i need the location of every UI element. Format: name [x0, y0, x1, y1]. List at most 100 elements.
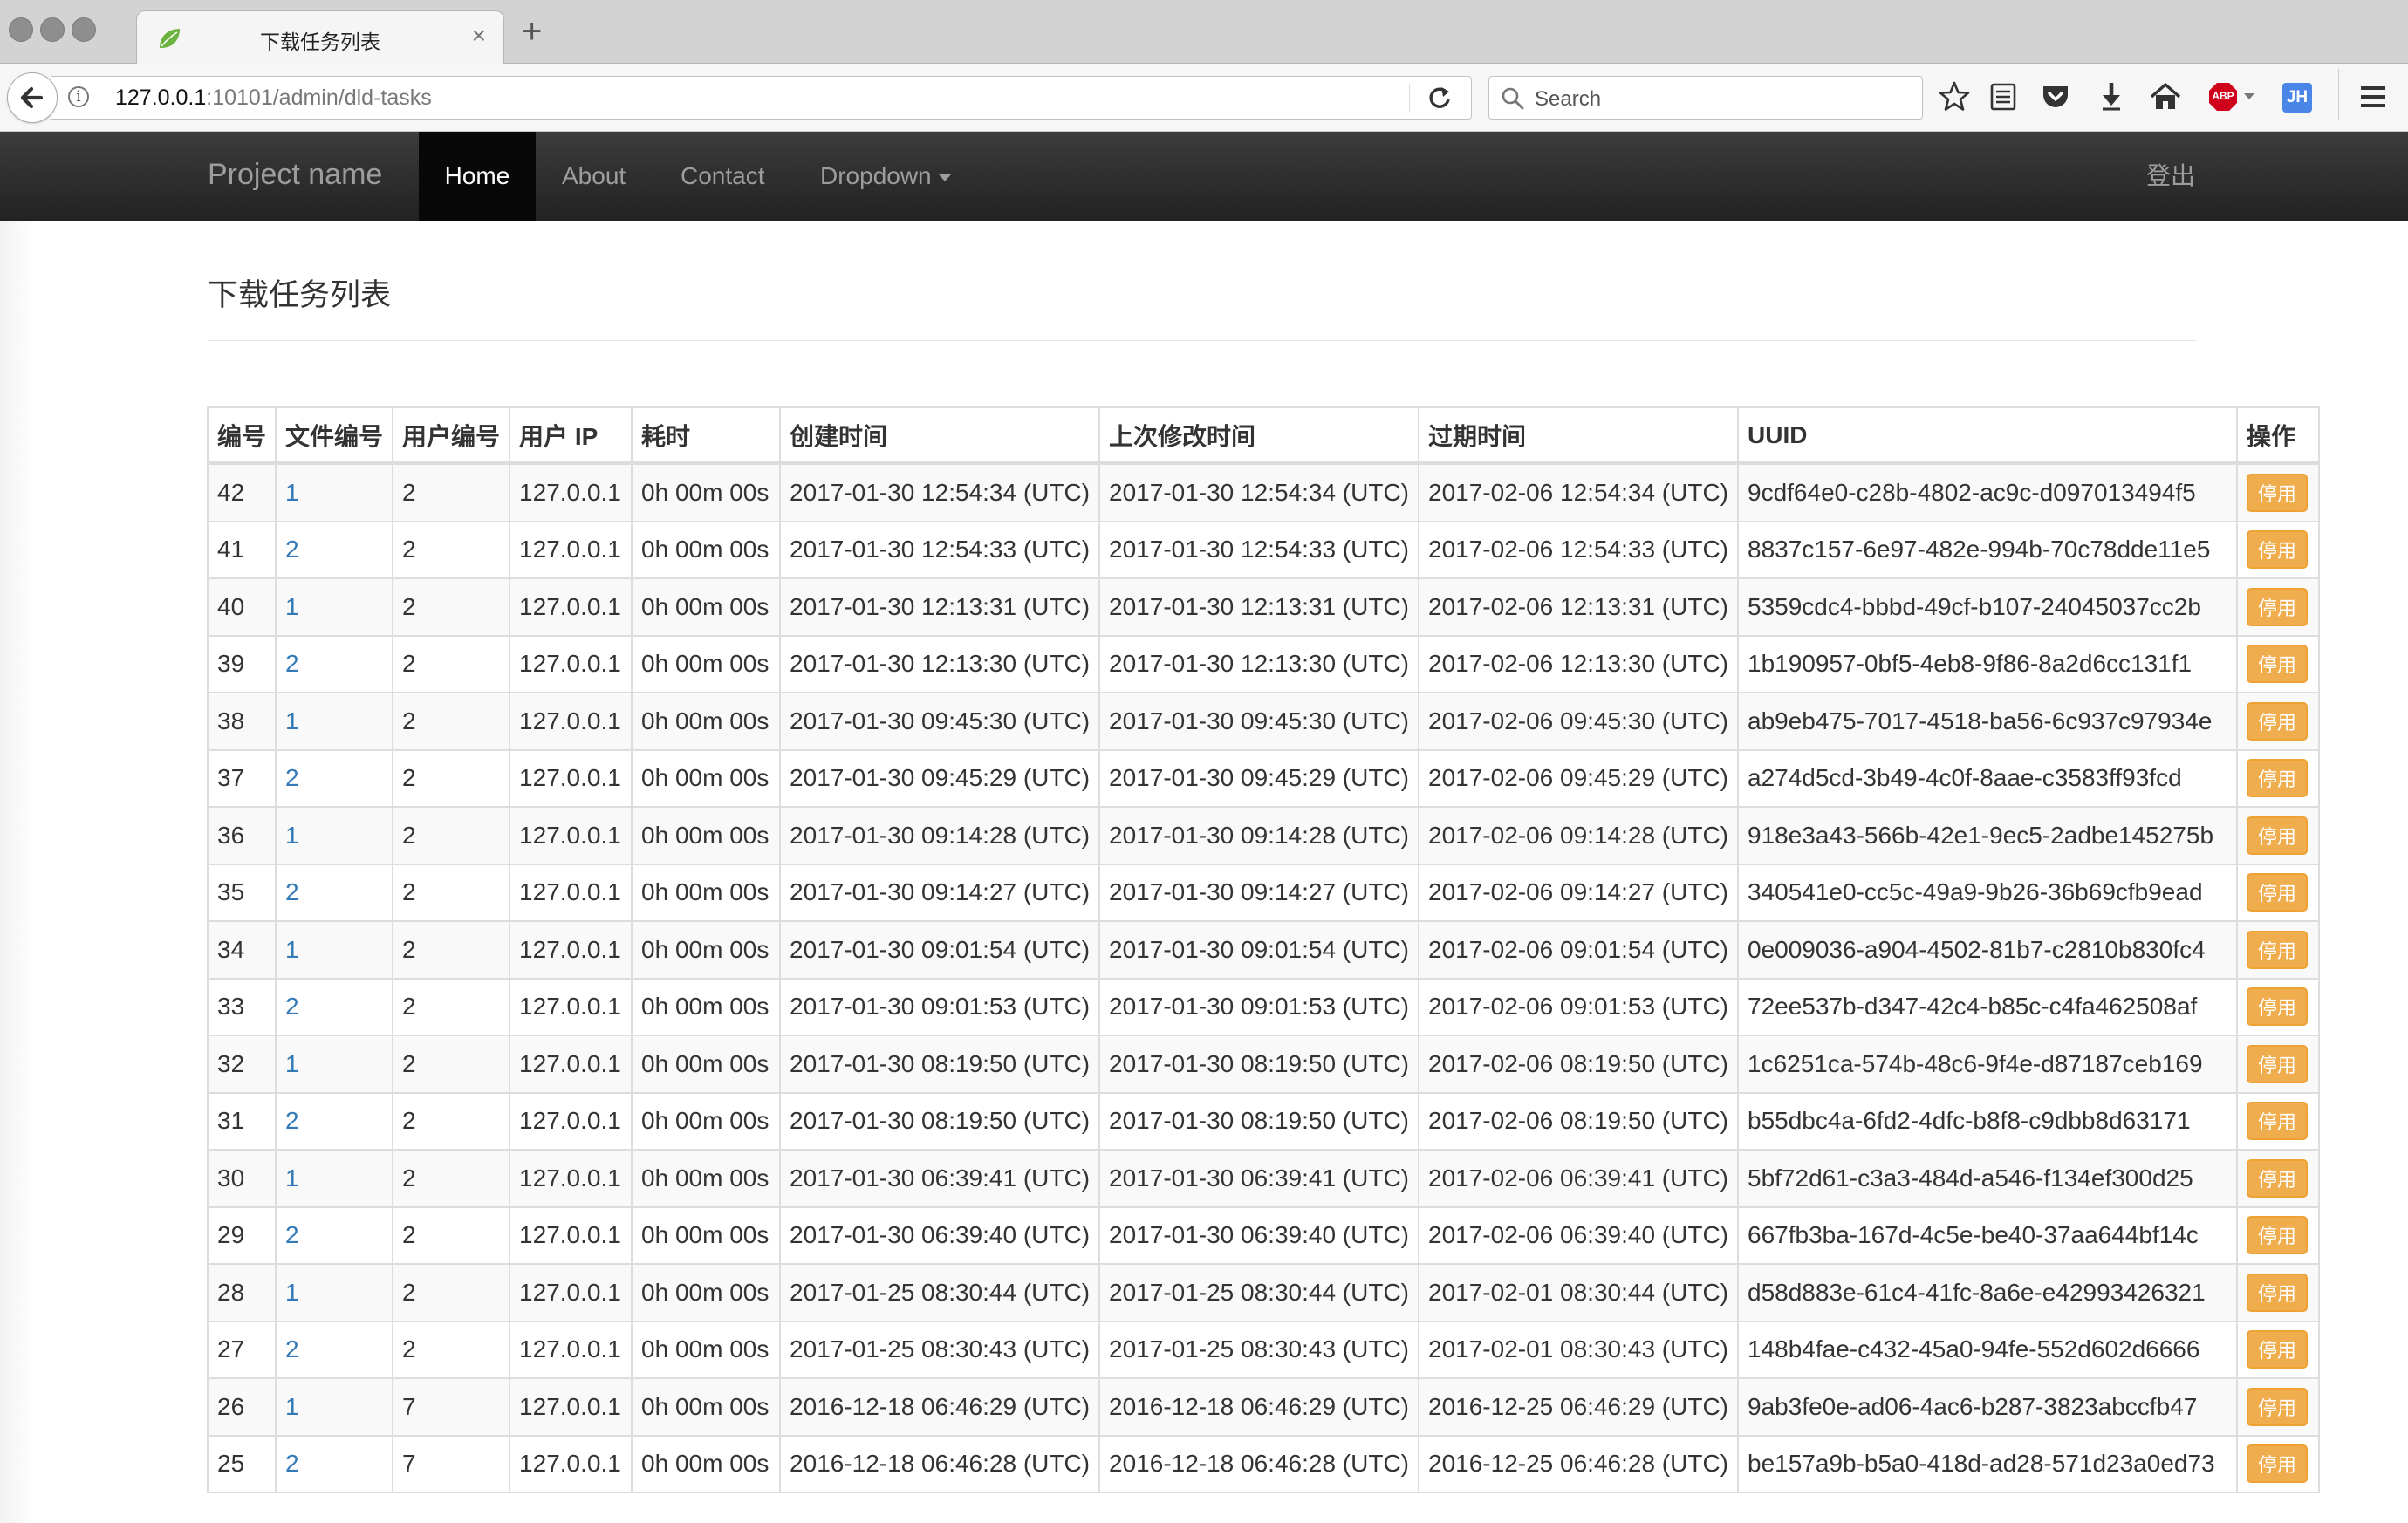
- disable-task-button[interactable]: 停用: [2247, 1158, 2308, 1198]
- info-icon[interactable]: i: [68, 86, 89, 107]
- pocket-icon[interactable]: [2036, 78, 2075, 116]
- cell-user-id: 2: [392, 806, 511, 865]
- nav-item-about[interactable]: About: [562, 132, 626, 221]
- back-button[interactable]: [7, 72, 58, 123]
- page-left-shade: [0, 221, 35, 1523]
- url-bar[interactable]: i 127.0.0.1:10101/admin/dld-tasks: [51, 76, 1472, 120]
- cell-duration: 0h 00m 00s: [631, 920, 782, 980]
- file-link[interactable]: 2: [285, 536, 299, 563]
- cell-action: 停用: [2236, 1434, 2320, 1493]
- window-zoom-button[interactable]: [72, 17, 96, 42]
- new-tab-icon[interactable]: +: [522, 12, 542, 51]
- adblock-icon[interactable]: ABP: [2207, 81, 2239, 113]
- table-row: 35 2 2 127.0.0.1 0h 00m 00s 2017-01-30 09:14:…: [206, 863, 2320, 922]
- file-link[interactable]: 2: [285, 878, 299, 905]
- site-navbar: Project name Home About Contact Dropdown…: [0, 132, 2408, 221]
- cell-id: 27: [206, 1320, 277, 1379]
- file-link[interactable]: 1: [285, 936, 299, 963]
- url-text[interactable]: 127.0.0.1:10101/admin/dld-tasks: [115, 85, 432, 111]
- search-input[interactable]: Search: [1535, 87, 1601, 112]
- file-link[interactable]: 1: [285, 1393, 299, 1420]
- cell-duration: 0h 00m 00s: [631, 1263, 782, 1322]
- cell-action: 停用: [2236, 806, 2320, 865]
- cell-user-id: 2: [392, 692, 511, 751]
- tab-close-icon[interactable]: ×: [472, 22, 486, 50]
- disable-task-button[interactable]: 停用: [2247, 1387, 2308, 1426]
- cell-created: 2016-12-18 06:46:28 (UTC): [779, 1434, 1101, 1493]
- file-link[interactable]: 2: [285, 1335, 299, 1363]
- file-link[interactable]: 2: [285, 764, 299, 791]
- cell-file: 2: [275, 1434, 394, 1493]
- table-row: 42 1 2 127.0.0.1 0h 00m 00s 2017-01-30 12:54:…: [206, 462, 2320, 522]
- cell-user-ip: 127.0.0.1: [509, 1377, 633, 1437]
- cell-user-ip: 127.0.0.1: [509, 1035, 633, 1094]
- cell-uuid: 148b4fae-c432-45a0-94fe-552d602d6666: [1737, 1320, 2238, 1379]
- disable-task-button[interactable]: 停用: [2247, 1102, 2308, 1141]
- nav-item-dropdown[interactable]: Dropdown: [820, 132, 951, 221]
- cell-user-id: 2: [392, 748, 511, 808]
- file-link[interactable]: 2: [285, 1450, 299, 1477]
- file-link[interactable]: 1: [285, 1164, 299, 1192]
- table-row: 33 2 2 127.0.0.1 0h 00m 00s 2017-01-30 09:01:…: [206, 977, 2320, 1036]
- download-icon[interactable]: [2092, 78, 2131, 116]
- disable-task-button[interactable]: 停用: [2247, 930, 2308, 969]
- search-bar[interactable]: Search: [1488, 76, 1923, 120]
- disable-task-button[interactable]: 停用: [2247, 1044, 2308, 1083]
- reload-icon[interactable]: [1424, 80, 1455, 115]
- file-link[interactable]: 1: [285, 1279, 299, 1306]
- profile-extension-icon[interactable]: JH: [2282, 83, 2312, 113]
- file-link[interactable]: 1: [285, 822, 299, 849]
- navbar-brand[interactable]: Project name: [208, 158, 382, 192]
- disable-task-button[interactable]: 停用: [2247, 1444, 2308, 1484]
- disable-task-button[interactable]: 停用: [2247, 473, 2308, 512]
- cell-uuid: be157a9b-b5a0-418d-ad28-571d23a0ed73: [1737, 1434, 2238, 1493]
- disable-task-button[interactable]: 停用: [2247, 645, 2308, 684]
- adblock-menu-chevron-icon[interactable]: [2244, 93, 2254, 99]
- cell-created: 2017-01-30 12:54:33 (UTC): [779, 520, 1101, 579]
- cell-action: 停用: [2236, 634, 2320, 693]
- disable-task-button[interactable]: 停用: [2247, 873, 2308, 912]
- disable-task-button[interactable]: 停用: [2247, 816, 2308, 855]
- cell-modified: 2017-01-30 09:01:54 (UTC): [1098, 920, 1420, 980]
- hamburger-menu-icon[interactable]: [2354, 78, 2392, 116]
- cell-user-ip: 127.0.0.1: [509, 806, 633, 865]
- file-link[interactable]: 2: [285, 993, 299, 1020]
- window-minimize-button[interactable]: [40, 17, 65, 42]
- cell-duration: 0h 00m 00s: [631, 863, 782, 922]
- cell-id: 35: [206, 863, 277, 922]
- file-link[interactable]: 1: [285, 479, 299, 506]
- disable-task-button[interactable]: 停用: [2247, 1273, 2308, 1312]
- cell-expires: 2017-02-01 08:30:43 (UTC): [1418, 1320, 1739, 1379]
- file-link[interactable]: 2: [285, 1107, 299, 1134]
- window-close-button[interactable]: [9, 17, 33, 42]
- nav-item-home[interactable]: Home: [419, 132, 536, 221]
- disable-task-button[interactable]: 停用: [2247, 987, 2308, 1027]
- cell-modified: 2017-01-25 08:30:43 (UTC): [1098, 1320, 1420, 1379]
- disable-task-button[interactable]: 停用: [2247, 701, 2308, 741]
- cell-modified: 2017-01-30 09:01:53 (UTC): [1098, 977, 1420, 1036]
- reader-list-icon[interactable]: [1984, 78, 2022, 116]
- disable-task-button[interactable]: 停用: [2247, 587, 2308, 626]
- cell-user-id: 2: [392, 863, 511, 922]
- file-link[interactable]: 2: [285, 1221, 299, 1248]
- logout-link[interactable]: 登出: [2146, 132, 2195, 221]
- file-link[interactable]: 1: [285, 1050, 299, 1077]
- cell-user-id: 2: [392, 920, 511, 980]
- cell-user-id: 2: [392, 520, 511, 579]
- bookmark-star-icon[interactable]: [1935, 78, 1974, 116]
- disable-task-button[interactable]: 停用: [2247, 1330, 2308, 1369]
- disable-task-button[interactable]: 停用: [2247, 759, 2308, 798]
- cell-user-ip: 127.0.0.1: [509, 1149, 633, 1208]
- home-icon[interactable]: [2146, 78, 2185, 116]
- file-link[interactable]: 1: [285, 593, 299, 620]
- table-row: 28 1 2 127.0.0.1 0h 00m 00s 2017-01-25 08:30:…: [206, 1263, 2320, 1322]
- file-link[interactable]: 2: [285, 650, 299, 677]
- cell-file: 1: [275, 462, 394, 522]
- disable-task-button[interactable]: 停用: [2247, 530, 2308, 570]
- file-link[interactable]: 1: [285, 707, 299, 734]
- cell-id: 42: [206, 462, 277, 522]
- browser-tab[interactable]: 下载任务列表 ×: [136, 10, 504, 65]
- cell-uuid: 340541e0-cc5c-49a9-9b26-36b69cfb9ead: [1737, 863, 2238, 922]
- nav-item-contact[interactable]: Contact: [681, 132, 765, 221]
- disable-task-button[interactable]: 停用: [2247, 1216, 2308, 1255]
